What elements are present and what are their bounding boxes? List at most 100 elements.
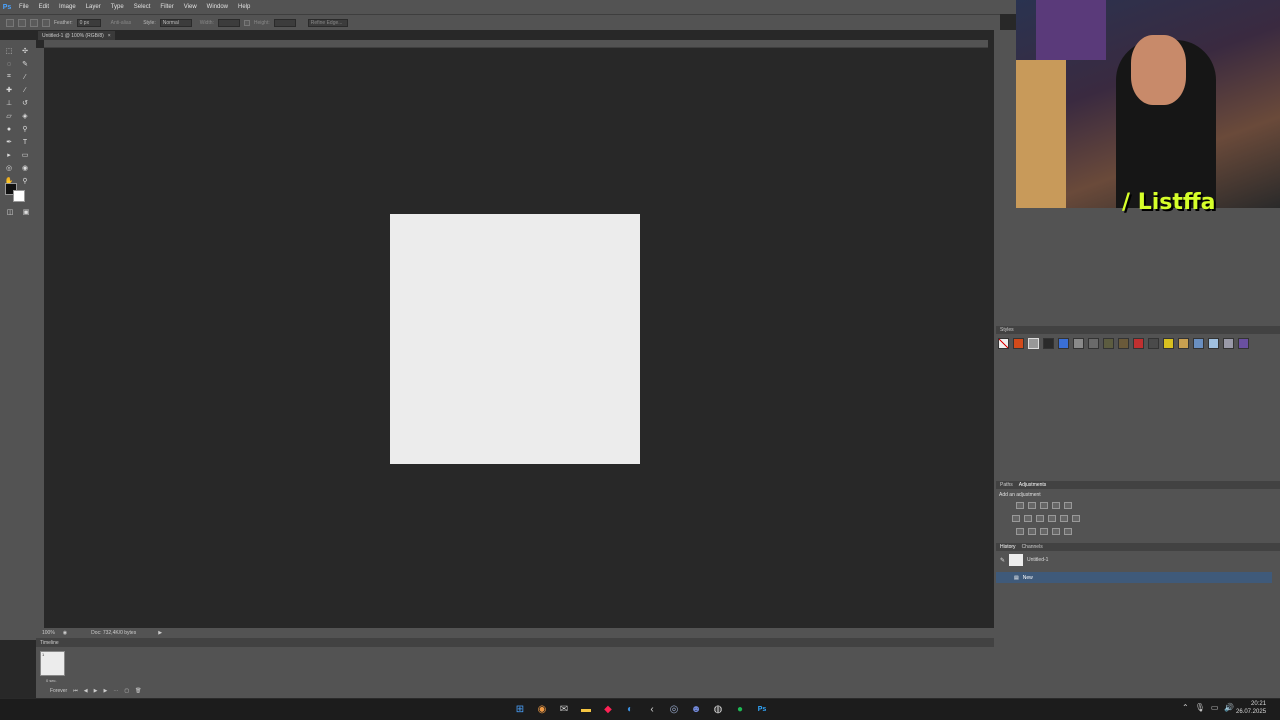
selective-color-icon[interactable] — [1064, 528, 1072, 535]
swap-icon[interactable] — [243, 19, 250, 26]
threshold-icon[interactable] — [1040, 528, 1048, 535]
menu-type[interactable]: Type — [106, 4, 129, 10]
gradient-map-icon[interactable] — [1052, 528, 1060, 535]
healing-tool-icon[interactable]: ✚ — [4, 85, 14, 95]
curves-icon[interactable] — [1040, 502, 1048, 509]
screen-mode-icon[interactable]: ▣ — [21, 207, 31, 217]
frame-delay[interactable]: 0 sec. — [46, 678, 57, 683]
mail-icon[interactable]: ✉ — [556, 701, 572, 717]
style-swatch[interactable] — [1133, 338, 1144, 349]
style-swatch[interactable] — [1118, 338, 1129, 349]
history-tab[interactable]: History — [1000, 544, 1016, 550]
discord-icon[interactable]: ☻ — [688, 701, 704, 717]
close-icon[interactable]: × — [108, 33, 111, 39]
width-input[interactable] — [217, 18, 240, 27]
quick-mask-icon[interactable]: ◫ — [5, 207, 15, 217]
style-swatch[interactable] — [1178, 338, 1189, 349]
style-swatch[interactable] — [1073, 338, 1084, 349]
menu-image[interactable]: Image — [54, 4, 81, 10]
marquee-tool-icon[interactable]: ⬚ — [4, 46, 14, 56]
file-explorer-icon[interactable]: ▬ — [578, 701, 594, 717]
bucket-tool-icon[interactable]: ◈ — [20, 111, 30, 121]
photo-filter-icon[interactable] — [1048, 515, 1056, 522]
anti-alias-checkbox[interactable]: Anti-alias — [111, 20, 132, 26]
color-lookup-icon[interactable] — [1072, 515, 1080, 522]
settings-icon[interactable]: ◉ — [63, 630, 67, 636]
feather-input[interactable]: 0 px — [76, 18, 101, 27]
style-swatch[interactable] — [1103, 338, 1114, 349]
zoom-tool-icon[interactable]: ⚲ — [20, 176, 30, 186]
history-brush-icon[interactable]: ↺ — [20, 98, 30, 108]
history-snapshot[interactable]: ✎ Untitled-1 — [996, 553, 1272, 567]
next-frame-icon[interactable]: ▶ — [103, 688, 107, 694]
steam-icon[interactable]: ◎ — [666, 701, 682, 717]
levels-icon[interactable] — [1028, 502, 1036, 509]
style-swatch[interactable] — [1088, 338, 1099, 349]
microphone-icon[interactable]: 🎙 — [1195, 703, 1205, 712]
status-arrow-icon[interactable]: ▶ — [158, 630, 162, 636]
document-tab[interactable]: Untitled-1 @ 100% (RGB/8) × — [38, 31, 115, 40]
tween-icon[interactable]: ⋯ — [113, 688, 118, 694]
new-selection-icon[interactable] — [18, 18, 26, 27]
3d-camera-tool-icon[interactable]: ◉ — [20, 163, 30, 173]
windows-start-icon[interactable]: ⊞ — [512, 701, 528, 717]
system-clock[interactable]: 20:21 26.07.2025 — [1236, 700, 1266, 716]
photoshop-logo[interactable]: Ps — [0, 0, 14, 14]
style-swatch[interactable] — [1223, 338, 1234, 349]
app-icon[interactable]: ‹ — [644, 701, 660, 717]
paths-tab[interactable]: Paths — [1000, 482, 1013, 488]
hue-saturation-icon[interactable] — [1012, 515, 1020, 522]
refine-edge-button[interactable]: Refine Edge... — [307, 18, 348, 27]
brightness-icon[interactable] — [1016, 502, 1024, 509]
eyedropper-tool-icon[interactable]: ⁄ — [20, 72, 30, 82]
style-swatch[interactable] — [1238, 338, 1249, 349]
duplicate-frame-icon[interactable]: ▢ — [124, 688, 129, 694]
style-swatch[interactable] — [1193, 338, 1204, 349]
menu-file[interactable]: File — [14, 4, 34, 10]
style-swatch[interactable] — [1208, 338, 1219, 349]
move-tool-icon[interactable]: ✣ — [20, 46, 30, 56]
height-input[interactable] — [273, 18, 296, 27]
zoom-level[interactable]: 100% — [42, 630, 55, 636]
shape-tool-icon[interactable]: ▭ — [20, 150, 30, 160]
tray-chevron-icon[interactable]: ⌃ — [1182, 703, 1189, 712]
subtract-selection-icon[interactable] — [42, 18, 50, 27]
channels-tab[interactable]: Channels — [1022, 544, 1043, 550]
posterize-icon[interactable] — [1028, 528, 1036, 535]
style-swatch[interactable] — [998, 338, 1009, 349]
pen-tool-icon[interactable]: ✒ — [4, 137, 14, 147]
style-select[interactable]: Normal — [159, 18, 192, 27]
crop-tool-icon[interactable]: ⌗ — [4, 72, 14, 82]
menu-edit[interactable]: Edit — [34, 4, 54, 10]
snapshot-source-icon[interactable]: ✎ — [1000, 557, 1005, 564]
edge-icon[interactable]: ◐ — [622, 701, 638, 717]
lasso-tool-icon[interactable]: ◌ — [4, 59, 14, 69]
type-tool-icon[interactable]: T — [20, 137, 30, 147]
style-swatch[interactable] — [1028, 338, 1039, 349]
spotify-icon[interactable]: ● — [732, 701, 748, 717]
document-canvas[interactable] — [390, 214, 640, 464]
style-swatch[interactable] — [1043, 338, 1054, 349]
blur-tool-icon[interactable]: ● — [4, 124, 14, 134]
first-frame-icon[interactable]: ⏮ — [73, 688, 78, 694]
style-swatch[interactable] — [1148, 338, 1159, 349]
obs-icon[interactable]: ◍ — [710, 701, 726, 717]
menu-filter[interactable]: Filter — [155, 4, 178, 10]
black-white-icon[interactable] — [1036, 515, 1044, 522]
style-swatch[interactable] — [1058, 338, 1069, 349]
network-icon[interactable]: ▭ — [1211, 703, 1219, 712]
brave-icon[interactable]: ◆ — [600, 701, 616, 717]
photoshop-taskbar-icon[interactable]: Ps — [754, 701, 770, 717]
stamp-tool-icon[interactable]: ⊥ — [4, 98, 14, 108]
menu-layer[interactable]: Layer — [81, 4, 106, 10]
3d-tool-icon[interactable]: ◎ — [4, 163, 14, 173]
path-select-tool-icon[interactable]: ▸ — [4, 150, 14, 160]
play-icon[interactable]: ▶ — [94, 688, 98, 694]
background-color-swatch[interactable] — [13, 190, 25, 202]
prev-frame-icon[interactable]: ◀ — [84, 688, 88, 694]
menu-view[interactable]: View — [179, 4, 202, 10]
horizontal-ruler[interactable] — [44, 40, 988, 48]
timeline-frame[interactable]: 1 — [40, 651, 65, 676]
add-selection-icon[interactable] — [30, 18, 38, 27]
style-swatch[interactable] — [1163, 338, 1174, 349]
